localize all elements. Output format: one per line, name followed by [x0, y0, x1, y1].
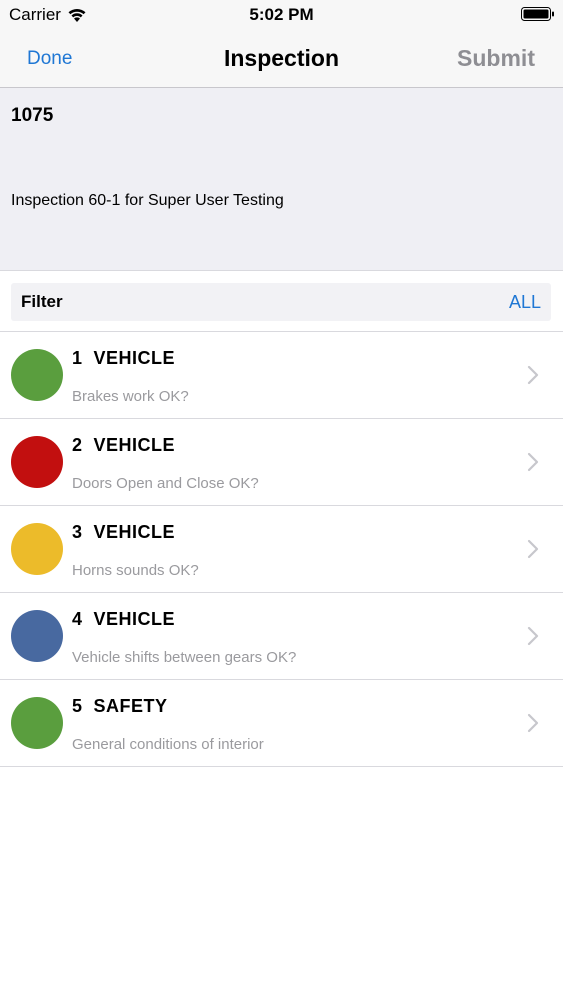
status-dot-icon: [11, 436, 63, 488]
chevron-right-icon: [527, 626, 539, 646]
list-item[interactable]: 3 VEHICLE Horns sounds OK?: [0, 506, 563, 593]
list-item[interactable]: 5 SAFETY General conditions of interior: [0, 680, 563, 767]
item-subtitle: Horns sounds OK?: [72, 562, 199, 579]
item-subtitle: General conditions of interior: [72, 736, 264, 753]
item-subtitle: Doors Open and Close OK?: [72, 475, 259, 492]
filter-bar[interactable]: Filter ALL: [11, 283, 551, 321]
item-title: 2 VEHICLE: [72, 435, 176, 455]
item-title: 4 VEHICLE: [72, 609, 176, 629]
status-time: 5:02 PM: [249, 5, 314, 24]
chevron-right-icon: [527, 365, 539, 385]
filter-label: Filter: [21, 292, 63, 311]
inspection-item-list: 1 VEHICLE Brakes work OK? 2 VEHICLE Door…: [0, 332, 563, 767]
list-item[interactable]: 2 VEHICLE Doors Open and Close OK?: [0, 419, 563, 506]
item-subtitle: Brakes work OK?: [72, 388, 189, 405]
inspection-description: Inspection 60-1 for Super User Testing: [11, 192, 284, 209]
item-title: 3 VEHICLE: [72, 522, 176, 542]
status-dot-icon: [11, 523, 63, 575]
status-bar: Carrier 5:02 PM: [0, 0, 563, 30]
item-title: 5 SAFETY: [72, 696, 168, 716]
navigation-bar: Done Inspection Submit: [0, 30, 563, 88]
item-subtitle: Vehicle shifts between gears OK?: [72, 649, 297, 666]
status-dot-icon: [11, 610, 63, 662]
submit-button[interactable]: Submit: [457, 45, 535, 72]
inspection-info: 1075 Inspection 60-1 for Super User Test…: [0, 88, 563, 271]
chevron-right-icon: [527, 452, 539, 472]
battery-icon: [521, 7, 555, 21]
inspection-number: 1075: [11, 105, 54, 126]
chevron-right-icon: [527, 539, 539, 559]
filter-value-button[interactable]: ALL: [509, 292, 541, 313]
filter-section: Filter ALL: [0, 271, 563, 332]
status-dot-icon: [11, 349, 63, 401]
status-dot-icon: [11, 697, 63, 749]
item-title: 1 VEHICLE: [72, 348, 176, 368]
list-item[interactable]: 4 VEHICLE Vehicle shifts between gears O…: [0, 593, 563, 680]
chevron-right-icon: [527, 713, 539, 733]
list-item[interactable]: 1 VEHICLE Brakes work OK?: [0, 332, 563, 419]
